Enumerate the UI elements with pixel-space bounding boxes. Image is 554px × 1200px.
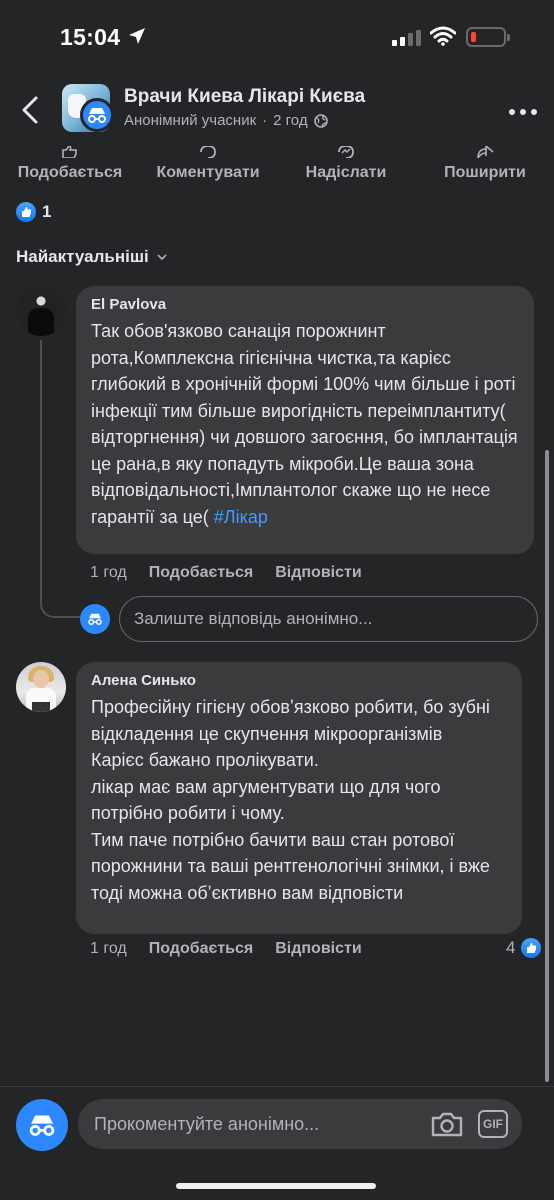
sort-label: Найактуальніші — [16, 247, 149, 266]
comment-bubble[interactable]: El Pavlova Так обов'язково санація порож… — [76, 286, 534, 554]
cellular-signal-icon — [392, 30, 421, 46]
anonymous-avatar-icon — [80, 604, 110, 634]
comment-meta: 1 год Подобається Відповісти — [90, 564, 362, 582]
battery-icon — [466, 27, 510, 47]
status-time: 15:04 — [60, 24, 121, 50]
comment-action-label: Коментувати — [156, 164, 260, 181]
comment-reply-button[interactable]: Відповісти — [275, 940, 361, 958]
back-arrow-icon[interactable] — [16, 94, 44, 126]
comment-text: Професійну гігієну обовʼязково робити, б… — [91, 697, 490, 903]
chevron-down-icon — [157, 254, 167, 260]
avatar[interactable] — [16, 662, 66, 712]
send-action-label: Надіслати — [305, 164, 387, 181]
group-name[interactable]: Врачи Киева Лікарі Києва — [124, 86, 365, 108]
comment-body: Так обов'язково санація порожнинт рота,К… — [91, 321, 518, 527]
reply-input[interactable] — [119, 596, 538, 642]
avatar[interactable] — [16, 286, 66, 336]
comment-author[interactable]: El Pavlova — [91, 296, 520, 314]
reply-row — [80, 596, 540, 642]
scrollbar[interactable] — [545, 450, 549, 1082]
post-meta: Анонімний учасник · 2 год — [124, 112, 328, 129]
comment-like-button[interactable]: Подобається — [149, 940, 254, 958]
messenger-icon — [338, 146, 354, 158]
comment-bubble[interactable]: Алена Синько Професійну гігієну обовʼязк… — [76, 662, 522, 934]
thumbs-up-icon — [62, 146, 77, 158]
reaction-summary[interactable]: 1 — [16, 202, 51, 222]
share-icon — [477, 146, 494, 158]
hashtag-link[interactable]: #Лікар — [214, 507, 268, 527]
like-reaction-icon — [521, 938, 542, 958]
post-header: Врачи Киева Лікарі Києва Анонімний учасн… — [0, 76, 554, 146]
camera-icon[interactable] — [430, 1111, 464, 1137]
comment-sort-dropdown[interactable]: Найактуальніші — [16, 247, 167, 267]
status-bar: 15:04 — [0, 0, 554, 72]
like-action-label: Подобається — [17, 164, 123, 181]
reply-thread-line — [40, 340, 80, 618]
comment-reply-button[interactable]: Відповісти — [275, 564, 361, 582]
comment-icon — [200, 146, 216, 158]
comment-author[interactable]: Алена Синько — [91, 672, 508, 690]
location-arrow-icon — [129, 28, 145, 44]
send-action-button[interactable]: Надіслати — [302, 146, 390, 182]
like-action-button[interactable]: Подобається — [14, 146, 126, 182]
share-action-button[interactable]: Поширити — [440, 146, 530, 182]
post-actions: Подобається Коментувати Надіслати Пошири… — [0, 146, 554, 186]
gif-button[interactable]: GIF — [478, 1110, 508, 1138]
anonymous-identity-icon[interactable] — [16, 1099, 68, 1151]
meta-separator: · — [262, 112, 268, 129]
post-author: Анонімний учасник — [124, 112, 257, 129]
share-action-label: Поширити — [444, 164, 526, 181]
comment-box: GIF — [78, 1099, 522, 1149]
home-indicator — [176, 1183, 376, 1189]
comment-like-count[interactable]: 4 — [506, 938, 542, 958]
comment-text: Так обов'язково санація порожнинт рота,К… — [91, 318, 520, 530]
post-time: 2 год — [273, 112, 308, 129]
more-options-icon[interactable] — [508, 108, 538, 116]
comment-composer: GIF — [0, 1086, 554, 1200]
comment-likes-number: 4 — [506, 938, 516, 957]
comment-time: 1 год — [90, 564, 127, 581]
comment-like-button[interactable]: Подобається — [149, 564, 254, 582]
anonymous-badge-icon — [80, 98, 114, 132]
like-reaction-icon — [16, 202, 36, 222]
comment-meta: 1 год Подобається Відповісти — [90, 940, 362, 958]
comment-input[interactable] — [94, 1099, 424, 1149]
reaction-count: 1 — [42, 202, 52, 221]
globe-icon — [313, 113, 328, 128]
wifi-icon — [430, 26, 456, 46]
comment-action-button[interactable]: Коментувати — [150, 146, 266, 182]
comment-time: 1 год — [90, 940, 127, 957]
